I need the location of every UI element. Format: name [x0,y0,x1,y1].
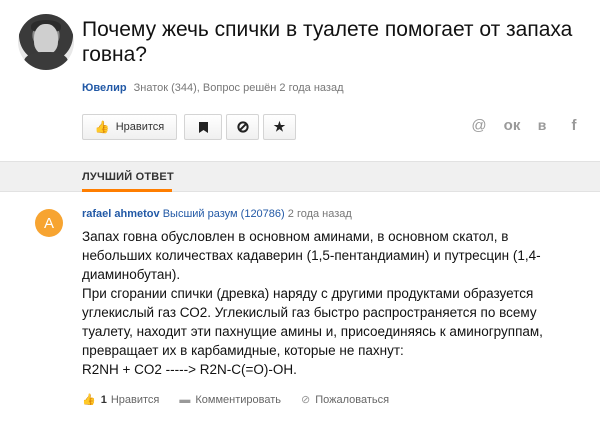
answer-author-link[interactable]: rafael ahmetov [82,208,160,220]
share-facebook-icon[interactable]: f [565,117,583,134]
answer-author-rank[interactable]: Высший разум (120786) [163,208,285,220]
answer-like-button[interactable]: 👍 1 Нравится [82,393,160,407]
report-button[interactable]: ⊘ Пожаловаться [301,393,390,407]
best-answer-underline [82,189,172,192]
best-answer-bar: ЛУЧШИЙ ОТВЕТ [0,161,600,192]
question-info: Знаток (344), Вопрос решён 2 года назад [133,82,344,94]
report-label: Пожаловаться [315,393,390,406]
answer-like-count: 1 [100,393,107,406]
question-meta: Ювелир Знаток (344), Вопрос решён 2 года… [82,82,343,94]
best-answer-label: ЛУЧШИЙ ОТВЕТ [82,171,174,183]
like-label: Нравится [115,121,165,133]
avatar-face [34,24,58,54]
question-author-link[interactable]: Ювелир [82,82,127,94]
star-icon: ★ [273,119,286,134]
share-mail-icon[interactable]: @ [470,117,488,134]
answer-block: A rafael ahmetov Высший разум (120786) 2… [0,193,600,426]
avatar-body [24,52,68,70]
share-odnoklassniki-icon[interactable]: ок [503,117,521,134]
report-icon: ⊘ [301,394,311,406]
share-vk-icon[interactable]: в [533,117,551,133]
answer-time: 2 года назад [287,208,352,220]
bookmark-icon [198,121,208,133]
favorite-button[interactable]: ★ [263,114,296,140]
question-title: Почему жечь спички в туалете помогает от… [82,18,573,66]
answer-paragraph: R2NH + CO2 -----> R2N-C(=O)-OH. [82,362,297,377]
question-block: Почему жечь спички в туалете помогает от… [0,0,600,160]
thumbs-up-icon: 👍 [82,394,96,406]
answer-meta: rafael ahmetov Высший разум (120786) 2 г… [82,208,352,220]
comment-icon: ▬ [179,393,191,406]
question-author-avatar[interactable] [18,14,74,70]
comment-button[interactable]: ▬ Комментировать [179,394,281,406]
block-button[interactable] [226,114,259,140]
answer-actions: 👍 1 Нравится ▬ Комментировать ⊘ Пожалова… [82,393,409,407]
like-button[interactable]: 👍 Нравится [82,114,177,140]
comment-label: Комментировать [195,393,282,406]
thumbs-up-icon: 👍 [94,120,110,134]
answer-author-avatar[interactable]: A [35,209,63,237]
bookmark-button[interactable] [184,114,222,140]
answer-like-label: Нравится [110,393,160,406]
block-icon [236,121,249,133]
answer-text: Запах говна обусловлен в основном аминам… [82,227,582,379]
answer-paragraph: При сгорании спички (древка) наряду с др… [82,286,543,358]
answer-paragraph: Запах говна обусловлен в основном аминам… [82,229,541,282]
